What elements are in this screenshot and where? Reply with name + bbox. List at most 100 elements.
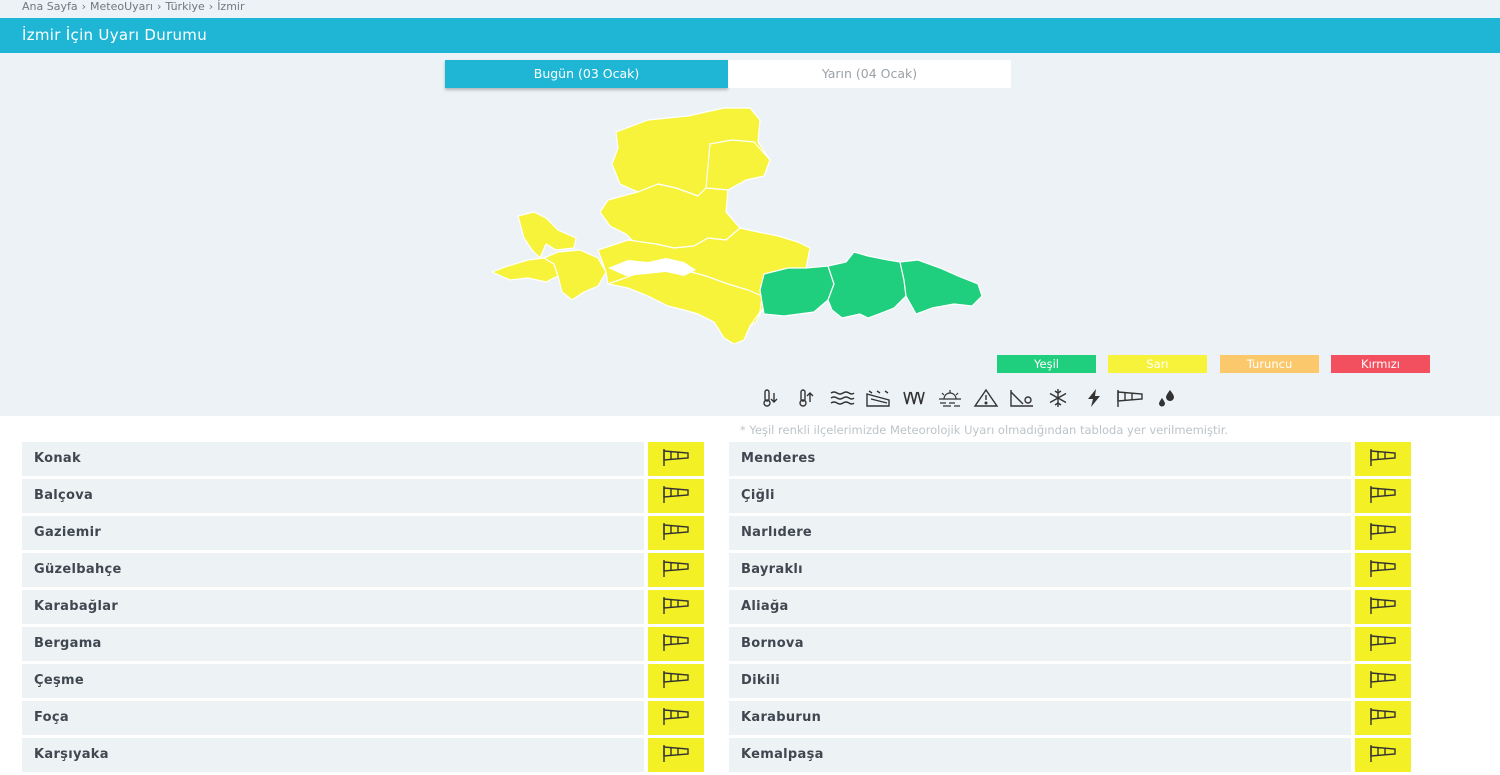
district-cesme[interactable] — [491, 257, 559, 283]
wind-icon — [661, 521, 691, 545]
district-name: Konak — [22, 442, 644, 476]
district-row[interactable]: Foça — [22, 701, 704, 735]
legend-orange: Turuncu — [1220, 355, 1319, 373]
warning-level-cell[interactable] — [1355, 442, 1411, 476]
warning-level-cell[interactable] — [648, 516, 704, 550]
dust-icon[interactable] — [932, 386, 968, 410]
district-row[interactable]: Narlıdere — [729, 516, 1411, 550]
district-name: Kemalpaşa — [729, 738, 1351, 772]
warning-level-cell[interactable] — [1355, 738, 1411, 772]
wind-icon — [1368, 669, 1398, 693]
tab-tomorrow[interactable]: Yarın (04 Ocak) — [728, 60, 1011, 88]
wind-icon — [661, 558, 691, 582]
breadcrumb-izmir[interactable]: İzmir — [217, 0, 244, 13]
hazard-icon[interactable] — [968, 386, 1004, 410]
district-row[interactable]: Gaziemir — [22, 516, 704, 550]
district-row[interactable]: Karabağlar — [22, 590, 704, 624]
district-name: Aliağa — [729, 590, 1351, 624]
legend-green: Yeşil — [997, 355, 1096, 373]
landslide-icon[interactable] — [1004, 386, 1040, 410]
lightning-icon[interactable] — [1076, 386, 1112, 410]
wind-icon[interactable] — [1112, 386, 1148, 410]
district-name: Karaburun — [729, 701, 1351, 735]
district-list-right: Menderes Çiğli Narlıdere Bayraklı Aliağa Born… — [729, 442, 1411, 775]
district-coastal-north[interactable] — [599, 183, 741, 249]
district-name: Bergama — [22, 627, 644, 661]
cold-icon[interactable] — [752, 386, 788, 410]
district-row[interactable]: Güzelbahçe — [22, 553, 704, 587]
avalanche-icon[interactable] — [860, 386, 896, 410]
wind-icon — [661, 669, 691, 693]
legend-red: Kırmızı — [1331, 355, 1430, 373]
page-title: İzmir İçin Uyarı Durumu — [0, 18, 1500, 53]
warning-level-cell[interactable] — [648, 479, 704, 513]
district-row[interactable]: Balçova — [22, 479, 704, 513]
warning-level-cell[interactable] — [648, 664, 704, 698]
district-row[interactable]: Karşıyaka — [22, 738, 704, 772]
heat-icon[interactable] — [788, 386, 824, 410]
breadcrumb-turkiye[interactable]: Türkiye — [165, 0, 204, 13]
wind-icon — [661, 706, 691, 730]
district-row[interactable]: Dikili — [729, 664, 1411, 698]
district-name: Foça — [22, 701, 644, 735]
district-name: Bayraklı — [729, 553, 1351, 587]
breadcrumb-separator: › — [208, 0, 214, 13]
wind-icon — [661, 595, 691, 619]
wind-icon — [661, 447, 691, 471]
legend-yellow: Sarı — [1108, 355, 1207, 373]
warning-level-cell[interactable] — [648, 627, 704, 661]
breadcrumb-separator: › — [156, 0, 162, 13]
wind-icon — [1368, 632, 1398, 656]
warning-level-cell[interactable] — [1355, 627, 1411, 661]
district-row[interactable]: Çiğli — [729, 479, 1411, 513]
breadcrumb-separator: › — [81, 0, 86, 13]
warning-level-cell[interactable] — [1355, 553, 1411, 587]
fog-icon[interactable] — [824, 386, 860, 410]
wind-icon — [661, 743, 691, 767]
district-list-left: Konak Balçova Gaziemir Güzelbahçe Karabağlar… — [22, 442, 704, 775]
district-row[interactable]: Kemalpaşa — [729, 738, 1411, 772]
district-name: Menderes — [729, 442, 1351, 476]
snow-icon[interactable] — [1040, 386, 1076, 410]
wind-icon — [1368, 706, 1398, 730]
tab-today[interactable]: Bugün (03 Ocak) — [445, 60, 728, 88]
breadcrumb-meteouyari[interactable]: MeteoUyarı — [90, 0, 153, 13]
district-name: Narlıdere — [729, 516, 1351, 550]
warning-level-cell[interactable] — [1355, 664, 1411, 698]
district-row[interactable]: Bornova — [729, 627, 1411, 661]
warning-level-cell[interactable] — [1355, 516, 1411, 550]
breadcrumb-home[interactable]: Ana Sayfa — [22, 0, 78, 13]
warning-level-cell[interactable] — [648, 738, 704, 772]
warning-level-cell[interactable] — [648, 442, 704, 476]
warning-level-cell[interactable] — [1355, 590, 1411, 624]
izmir-district-map — [491, 107, 983, 345]
district-row[interactable]: Konak — [22, 442, 704, 476]
district-row[interactable]: Karaburun — [729, 701, 1411, 735]
district-green-east[interactable] — [899, 259, 983, 315]
district-name: Güzelbahçe — [22, 553, 644, 587]
district-green-central[interactable] — [827, 251, 907, 319]
warning-level-cell[interactable] — [648, 590, 704, 624]
district-row[interactable]: Aliağa — [729, 590, 1411, 624]
district-row[interactable]: Menderes — [729, 442, 1411, 476]
district-green-west[interactable] — [759, 265, 835, 317]
warning-level-cell[interactable] — [1355, 479, 1411, 513]
district-name: Gaziemir — [22, 516, 644, 550]
district-row[interactable]: Çeşme — [22, 664, 704, 698]
rain-icon[interactable] — [896, 386, 932, 410]
wind-icon — [1368, 484, 1398, 508]
breadcrumb: Ana Sayfa › MeteoUyarı › Türkiye › İzmir — [22, 0, 245, 16]
district-name: Çeşme — [22, 664, 644, 698]
info-note: * Yeşil renkli ilçelerimizde Meteoroloji… — [740, 423, 1229, 437]
weather-icon-bar — [752, 386, 1184, 410]
wind-icon — [1368, 743, 1398, 767]
warning-level-cell[interactable] — [648, 553, 704, 587]
district-name: Çiğli — [729, 479, 1351, 513]
hail-icon[interactable] — [1148, 386, 1184, 410]
warning-level-cell[interactable] — [1355, 701, 1411, 735]
wind-icon — [1368, 521, 1398, 545]
district-row[interactable]: Bergama — [22, 627, 704, 661]
district-row[interactable]: Bayraklı — [729, 553, 1411, 587]
warning-level-cell[interactable] — [648, 701, 704, 735]
district-name: Karabağlar — [22, 590, 644, 624]
